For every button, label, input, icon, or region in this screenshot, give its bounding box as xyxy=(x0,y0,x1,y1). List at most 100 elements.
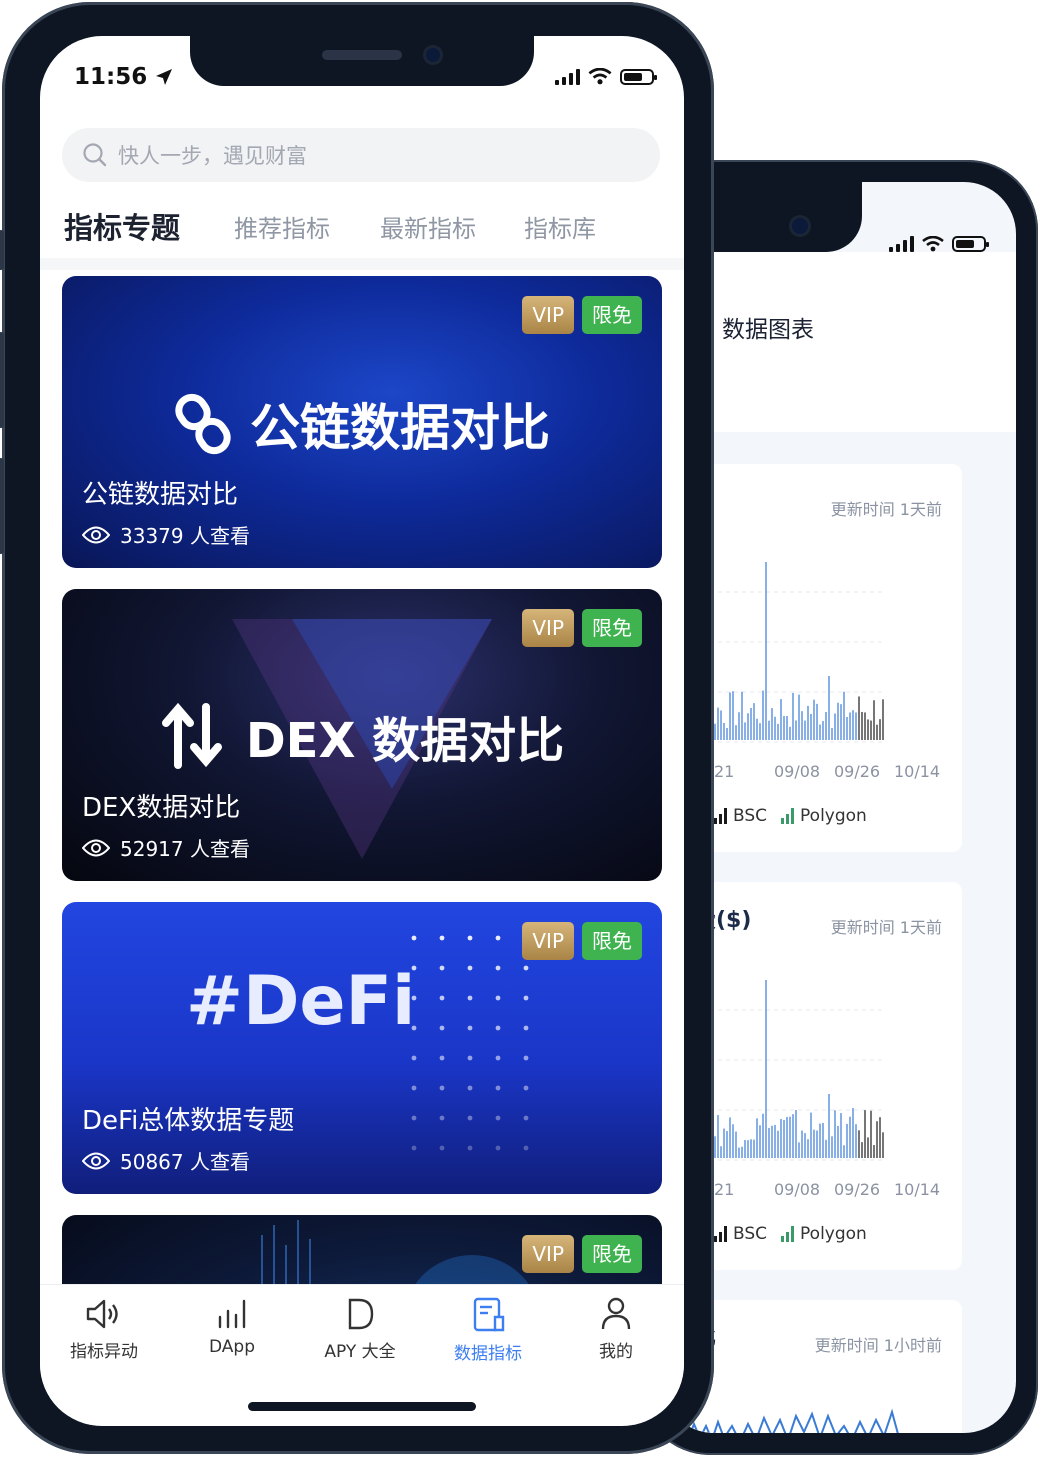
dot xyxy=(495,1085,501,1091)
legend-item[interactable]: Polygon xyxy=(781,806,867,826)
dot xyxy=(439,1145,445,1151)
x-axis-ticks: 21 09/08 09/26 10/14 xyxy=(714,1180,954,1199)
dot xyxy=(439,935,445,941)
x-tick: 09/08 xyxy=(774,1180,821,1199)
dot xyxy=(523,965,529,971)
search-bar[interactable]: 快人一步，遇见财富 xyxy=(62,128,660,182)
tabs-divider xyxy=(40,258,684,270)
search-placeholder: 快人一步，遇见财富 xyxy=(118,144,307,168)
legend-label: BSC xyxy=(733,806,768,826)
tabbar-item-profile[interactable]: 我的 xyxy=(552,1297,680,1362)
location-arrow-icon xyxy=(156,69,173,85)
view-count-text: 50867 人查看 xyxy=(120,1150,250,1174)
tab-topics[interactable]: 指标专题 xyxy=(64,205,180,247)
tabbar-label: APY 大全 xyxy=(324,1342,396,1362)
dot xyxy=(495,1145,501,1151)
signal-icon xyxy=(889,236,914,252)
dot xyxy=(523,1025,529,1031)
dot xyxy=(495,1025,501,1031)
legend-item[interactable]: BSC xyxy=(714,806,767,826)
eye-icon xyxy=(82,1152,110,1169)
tab-recommended[interactable]: 推荐指标 xyxy=(234,209,330,244)
legend-item[interactable]: Polygon xyxy=(781,1224,867,1244)
chart-page-title: 数据图表 xyxy=(722,317,814,343)
topic-card[interactable]: VIP 限免 DEX 数据对比 DEX数据对比 52917 人查看 xyxy=(62,589,662,881)
card-title: DeFi总体数据专题 xyxy=(82,1106,295,1136)
view-count: 52917 人查看 xyxy=(82,833,250,862)
dot xyxy=(439,995,445,1001)
signal-icon xyxy=(555,68,580,85)
free-badge: 限免 xyxy=(582,922,642,960)
chart-legend: BSC Polygon xyxy=(714,1224,867,1244)
topic-card[interactable]: VIP 限免 公链数据对比 公链数据对比 33379 人查看 xyxy=(62,276,662,568)
dot xyxy=(495,995,501,1001)
dot xyxy=(523,1055,529,1061)
card-banner: 公链数据对比 xyxy=(62,388,662,460)
banner-title: 公链数据对比 xyxy=(250,399,550,457)
tabbar-item-data[interactable]: 数据指标 xyxy=(424,1297,552,1364)
x-tick: 10/14 xyxy=(894,1180,941,1199)
free-badge: 限免 xyxy=(582,1235,642,1273)
x-tick: 21 xyxy=(714,762,735,781)
bsc-series-icon xyxy=(714,1226,727,1242)
tab-library[interactable]: 指标库 xyxy=(524,209,596,244)
category-tabs: 指标专题 推荐指标 最新指标 指标库 xyxy=(64,204,660,248)
tabbar-label: DApp xyxy=(208,1337,255,1357)
tab-latest[interactable]: 最新指标 xyxy=(380,209,476,244)
vip-badge: VIP xyxy=(522,1235,574,1273)
back-status-icons xyxy=(889,236,989,252)
dot xyxy=(411,935,417,941)
status-time: 11:56 xyxy=(74,64,173,90)
user-icon xyxy=(601,1297,631,1330)
chart-legend: BSC Polygon xyxy=(714,806,867,826)
chain-link-icon xyxy=(175,393,231,455)
free-badge: 限免 xyxy=(582,296,642,334)
vip-badge: VIP xyxy=(522,296,574,334)
volume-down-button xyxy=(0,458,4,554)
legend-item[interactable]: BSC xyxy=(714,1224,767,1244)
tabbar-item-dapp[interactable]: DApp xyxy=(168,1297,296,1357)
badge-group: VIP 限免 xyxy=(522,296,642,334)
badge-group: VIP 限免 xyxy=(522,609,642,647)
clock: 11:56 xyxy=(74,64,148,90)
home-indicator[interactable] xyxy=(248,1402,476,1411)
view-count: 50867 人查看 xyxy=(82,1146,250,1175)
tabbar-item-alerts[interactable]: 指标异动 xyxy=(40,1297,168,1362)
card-banner: #DeFi xyxy=(186,962,415,1041)
tabbar-item-apy[interactable]: APY 大全 xyxy=(296,1297,424,1362)
updated-time: 更新时间 1天前 xyxy=(830,500,942,519)
legend-label: Polygon xyxy=(800,1224,867,1244)
speaker-grille xyxy=(322,50,402,60)
dot xyxy=(467,935,473,941)
eye-icon xyxy=(82,526,110,543)
topic-card[interactable]: VIP 限免 #DeFi DeFi总体数据专题 50867 人查看 xyxy=(62,902,662,1194)
polygon-series-icon xyxy=(781,1226,795,1242)
dot xyxy=(467,1115,473,1121)
dot xyxy=(411,1085,417,1091)
dot xyxy=(495,935,501,941)
updated-time: 更新时间 1小时前 xyxy=(814,1336,942,1355)
dot xyxy=(467,1025,473,1031)
x-tick: 10/14 xyxy=(894,762,941,781)
dot xyxy=(439,965,445,971)
x-axis-ticks: 21 09/08 09/26 10/14 xyxy=(714,762,954,781)
dot xyxy=(523,1085,529,1091)
dot xyxy=(439,1025,445,1031)
x-tick: 09/08 xyxy=(774,762,821,781)
tabbar-label: 我的 xyxy=(599,1342,633,1362)
dot xyxy=(467,1055,473,1061)
dot xyxy=(523,995,529,1001)
dot-grid-graphic xyxy=(411,935,529,1151)
dot xyxy=(467,1145,473,1151)
dot xyxy=(411,1145,417,1151)
battery-icon xyxy=(620,68,657,85)
status-icons xyxy=(555,68,657,85)
banner-title: DEX 数据对比 xyxy=(245,713,565,769)
app-screen: 11:56 快人一步，遇见财富 指标专题 推荐指标 最新指标 指标库 VIP 限… xyxy=(40,36,684,1426)
background-phone-screen: 数据图表 $) 更新时间 1天前 21 09/08 09/26 10/14 BS… xyxy=(662,182,1016,1433)
vip-badge: VIP xyxy=(522,609,574,647)
x-tick: 09/26 xyxy=(834,762,881,781)
dot xyxy=(467,965,473,971)
dot xyxy=(467,995,473,1001)
dot xyxy=(495,1115,501,1121)
